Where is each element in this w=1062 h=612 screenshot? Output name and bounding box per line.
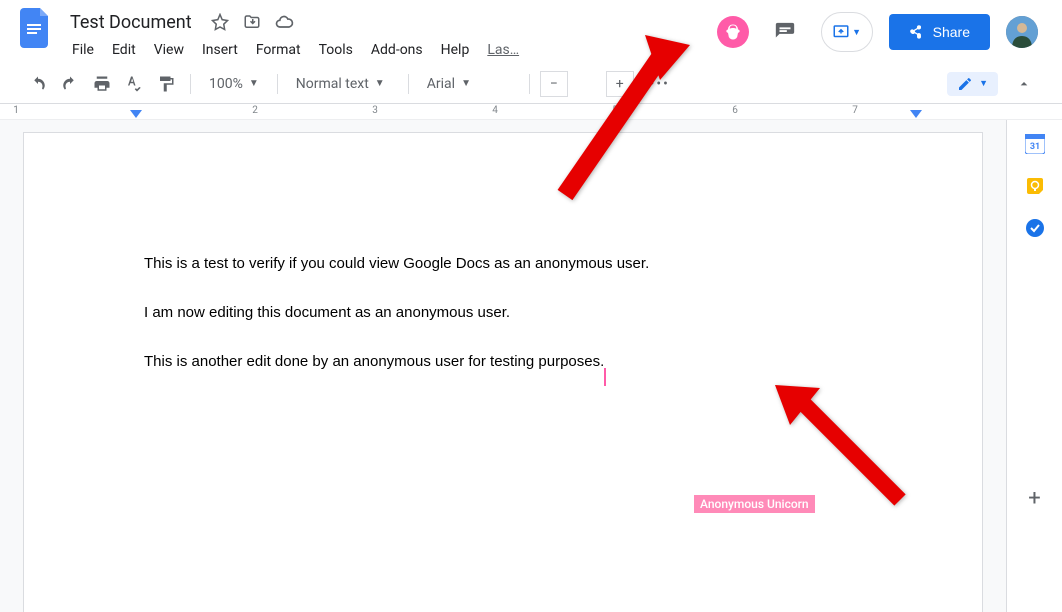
move-icon[interactable] [242, 12, 262, 32]
caret-down-icon: ▼ [375, 78, 385, 89]
docs-home-icon[interactable] [16, 8, 56, 48]
zoom-dropdown[interactable]: 100%▼ [201, 70, 267, 98]
menu-addons[interactable]: Add-ons [363, 38, 431, 62]
print-button[interactable] [88, 70, 116, 98]
svg-text:31: 31 [1029, 142, 1039, 152]
ruler-tick: 1 [13, 105, 19, 116]
menu-edit[interactable]: Edit [104, 38, 144, 62]
paint-format-button[interactable] [152, 70, 180, 98]
paragraph[interactable]: This is a test to verify if you could vi… [144, 253, 862, 274]
horizontal-ruler[interactable]: 1 2 3 4 5 6 7 [0, 104, 1062, 120]
menu-view[interactable]: View [146, 38, 192, 62]
star-icon[interactable] [210, 12, 230, 32]
more-toolbar-button[interactable]: ••• [646, 70, 674, 98]
font-dropdown[interactable]: Arial▼ [419, 70, 519, 98]
ruler-tick: 4 [492, 105, 498, 116]
keep-app-icon[interactable] [1025, 176, 1045, 196]
page[interactable]: This is a test to verify if you could vi… [23, 132, 983, 612]
anonymous-collaborator-avatar[interactable] [717, 16, 749, 48]
comment-history-button[interactable] [765, 12, 805, 52]
cloud-status-icon[interactable] [274, 12, 294, 32]
font-size-increase[interactable]: + [606, 71, 634, 97]
menu-bar: File Edit View Insert Format Tools Add-o… [64, 38, 527, 62]
share-label: Share [933, 24, 970, 40]
menu-last-edit[interactable]: Las… [479, 38, 527, 62]
left-indent-marker[interactable] [130, 110, 142, 120]
ruler-tick: 5 [612, 105, 618, 116]
collaborator-cursor [604, 368, 606, 386]
menu-format[interactable]: Format [248, 38, 309, 62]
user-profile-avatar[interactable] [1006, 16, 1038, 48]
style-dropdown[interactable]: Normal text▼ [288, 70, 398, 98]
collapse-toolbar-button[interactable] [1010, 70, 1038, 98]
add-side-app-button[interactable]: + [1021, 484, 1049, 512]
menu-file[interactable]: File [64, 38, 102, 62]
side-panel: 31 + [1006, 120, 1062, 612]
undo-button[interactable] [24, 70, 52, 98]
font-size-decrease[interactable]: − [540, 71, 568, 97]
paragraph[interactable]: I am now editing this document as an ano… [144, 302, 862, 323]
caret-down-icon: ▼ [979, 78, 988, 89]
toolbar: 100%▼ Normal text▼ Arial▼ − + ••• ▼ [0, 64, 1062, 104]
document-title[interactable]: Test Document [64, 10, 198, 35]
spellcheck-button[interactable] [120, 70, 148, 98]
menu-tools[interactable]: Tools [311, 38, 361, 62]
editing-mode-button[interactable]: ▼ [947, 72, 998, 96]
right-indent-marker[interactable] [910, 110, 922, 120]
ruler-tick: 6 [732, 105, 738, 116]
caret-down-icon: ▼ [249, 78, 259, 89]
collaborator-label: Anonymous Unicorn [694, 495, 815, 513]
tasks-app-icon[interactable] [1025, 218, 1045, 238]
caret-down-icon: ▼ [461, 78, 471, 89]
ruler-tick: 7 [852, 105, 858, 116]
share-button[interactable]: Share [889, 14, 990, 50]
caret-down-icon: ▼ [852, 27, 861, 38]
calendar-app-icon[interactable]: 31 [1025, 134, 1045, 154]
document-canvas[interactable]: This is a test to verify if you could vi… [0, 120, 1006, 612]
redo-button[interactable] [56, 70, 84, 98]
menu-insert[interactable]: Insert [194, 38, 246, 62]
ruler-tick: 2 [252, 105, 258, 116]
paragraph[interactable]: This is another edit done by an anonymou… [144, 351, 862, 372]
present-button[interactable]: ▼ [821, 12, 873, 52]
menu-help[interactable]: Help [433, 38, 478, 62]
ruler-tick: 3 [372, 105, 378, 116]
